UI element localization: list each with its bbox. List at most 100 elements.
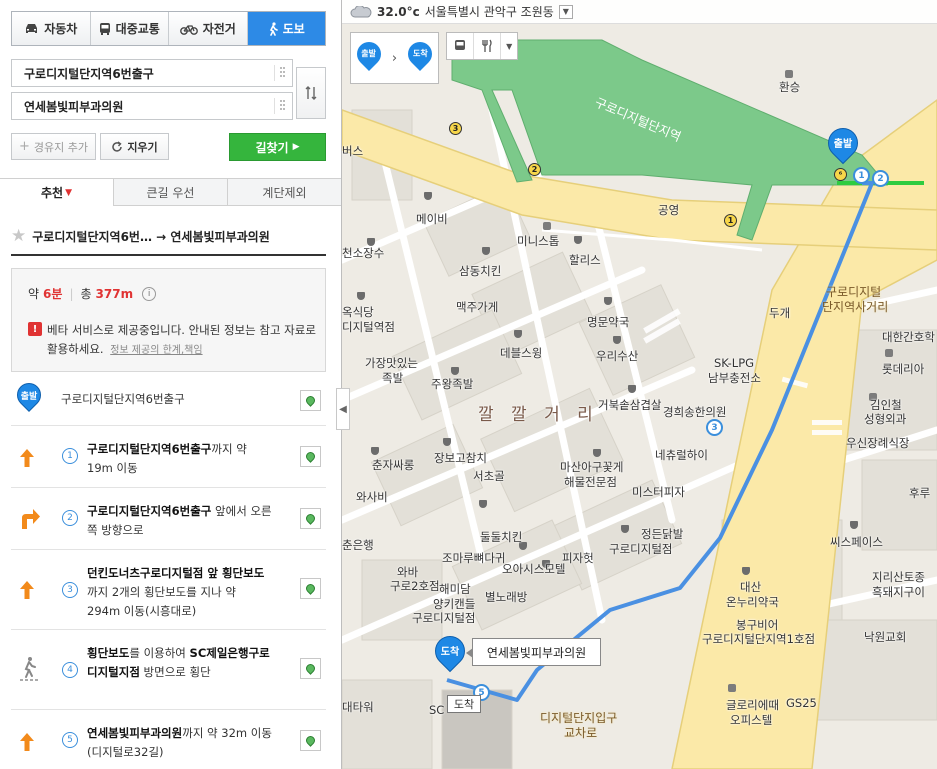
step-instruction: 를 이용하여 — [129, 646, 190, 660]
map-pin-icon — [304, 450, 317, 463]
locate-step-button[interactable] — [300, 508, 321, 529]
refresh-icon — [112, 140, 123, 152]
step-place: 횡단보도 — [87, 646, 130, 660]
walk-icon — [269, 21, 278, 36]
cafe-icon[interactable] — [514, 330, 522, 338]
cafe-icon[interactable] — [367, 238, 375, 246]
find-route-button[interactable]: 길찾기 ▶ — [229, 133, 326, 161]
cafe-icon[interactable] — [628, 385, 636, 393]
route-step[interactable]: 2 구로디지털단지역6번출구 앞에서 오른쪽 방향으로 — [11, 488, 326, 550]
cafe-icon[interactable] — [479, 500, 487, 508]
route-step[interactable]: 3 던킨도너츠구로디지털점 앞 횡단보도까지 2개의 횡단보도를 지나 약 29… — [11, 550, 326, 630]
map-label: 명문약국 — [587, 315, 630, 329]
arrow-straight-icon — [20, 733, 34, 751]
poi-marker[interactable] — [728, 684, 736, 692]
locate-step-button[interactable] — [300, 578, 321, 599]
disclaimer-link[interactable]: 정보 제공의 한계,책임 — [110, 345, 202, 356]
map-start-pin[interactable]: 출발 — [821, 121, 865, 168]
destination-callout[interactable]: 연세봄빛피부과의원 — [466, 638, 601, 666]
route-step[interactable]: 5 연세봄빛피부과의원까지 약 32m 이동(디지털로32길) — [11, 710, 326, 769]
tab-recommended[interactable]: 추천 ▼ — [0, 179, 113, 206]
favorite-star-icon[interactable]: ★ — [11, 226, 26, 246]
cafe-icon[interactable] — [443, 438, 451, 446]
map-label: 공영 — [658, 203, 680, 217]
mode-transit-label: 대중교통 — [115, 22, 160, 36]
cafe-icon[interactable] — [371, 447, 379, 455]
arrow-right-icon: › — [391, 50, 398, 66]
origin-drag-handle[interactable] — [274, 65, 288, 81]
mode-car-button[interactable]: 자동차 — [12, 12, 91, 45]
map-label: 구로디지털 — [826, 285, 882, 299]
route-summary-line: 약 6분 | 총 377m i — [28, 285, 157, 302]
restaurant-toggle[interactable] — [474, 33, 502, 59]
swap-origin-destination-button[interactable] — [296, 67, 326, 119]
tab-no-stairs[interactable]: 계단제외 — [227, 179, 341, 206]
map-label: 글로리에때 — [726, 698, 779, 712]
map-label: 구로디지털점 — [412, 611, 476, 625]
cafe-icon[interactable] — [482, 247, 490, 255]
start-row[interactable]: 출발 구로디지털단지역6번출구 — [11, 376, 326, 426]
poi-marker[interactable] — [543, 222, 551, 230]
cafe-icon[interactable] — [621, 525, 629, 533]
step-instruction: 까지 2개의 횡단보도를 지나 약 294m 이동(시흥대로) — [87, 585, 236, 618]
cafe-icon[interactable] — [574, 236, 582, 244]
locate-start-button[interactable] — [300, 390, 321, 411]
map-pin-icon — [304, 734, 317, 747]
map-poi-toolbar: ▼ — [446, 32, 518, 60]
summary-divider: | — [69, 286, 74, 301]
cafe-icon[interactable] — [742, 567, 750, 575]
locate-step-button[interactable] — [300, 446, 321, 467]
cafe-icon[interactable] — [424, 192, 432, 200]
map-pin-icon — [304, 394, 317, 407]
route-step[interactable]: 4 횡단보도를 이용하여 SC제일은행구로디지털지점 방면으로 횡단 — [11, 630, 326, 710]
route-point-2[interactable]: 2 — [872, 170, 889, 187]
plus-icon: + — [18, 139, 30, 154]
map-label: 마산아구꽃게 — [560, 460, 624, 474]
cafe-icon[interactable] — [604, 297, 612, 305]
location-dropdown-button[interactable]: ▼ — [558, 4, 573, 19]
caret-down-icon: ▼ — [65, 187, 72, 198]
map-label: GS25 — [786, 696, 817, 710]
cafe-icon[interactable] — [593, 449, 601, 457]
destination-drag-handle[interactable] — [274, 98, 288, 114]
map-label: 춘자싸롱 — [372, 458, 415, 472]
info-icon[interactable]: i — [142, 286, 157, 301]
mode-walk-button[interactable]: 도보 — [247, 12, 325, 45]
map-label: 씨스페이스 — [830, 535, 883, 549]
chevron-right-icon: ▶ — [292, 142, 300, 152]
map-label: 우신장례식장 — [846, 436, 910, 450]
arrival-tag-text: 도착 — [453, 698, 475, 711]
arrow-right-turn-icon — [22, 509, 40, 529]
route-pin-legend[interactable]: 출발 › 도착 — [350, 32, 439, 84]
map-label: 지리산토종 — [872, 570, 925, 584]
bus-stop-toggle[interactable] — [447, 33, 475, 59]
map-label: 봉구비어 — [736, 618, 779, 632]
route-point-1[interactable]: 1 — [853, 167, 870, 184]
mode-transit-button[interactable]: 대중교통 — [90, 12, 169, 45]
find-route-label: 길찾기 — [255, 140, 289, 155]
add-waypoint-button[interactable]: + 경유지 추가 — [11, 133, 96, 160]
collapse-panel-button[interactable]: ◀ — [336, 388, 350, 430]
map-end-pin[interactable]: 도착 — [428, 629, 472, 676]
cafe-icon[interactable] — [451, 367, 459, 375]
cafe-icon[interactable] — [850, 521, 858, 529]
tab-main-road-first[interactable]: 큰길 우선 — [113, 179, 227, 206]
map-label: 교차로 — [564, 726, 598, 740]
map-view[interactable]: 32.0°c 서울특별시 관악구 조원동 ▼ 출발 › 도착 ▼ 3 2 1 ⁶… — [342, 0, 937, 769]
cloud-icon — [350, 5, 372, 17]
poi-marker[interactable] — [885, 349, 893, 357]
cafe-icon[interactable] — [613, 336, 621, 344]
locate-step-button[interactable] — [300, 658, 321, 679]
poi-marker[interactable] — [785, 70, 793, 78]
map-label: 해미담 — [439, 582, 471, 596]
end-pin-icon: 도착 — [403, 37, 438, 74]
mode-bicycle-button[interactable]: 자전거 — [169, 12, 248, 45]
locate-step-button[interactable] — [300, 730, 321, 751]
route-step[interactable]: 1 구로디지털단지역6번출구까지 약 19m 이동 — [11, 426, 326, 488]
destination-input[interactable]: 연세봄빛피부과의원 — [11, 92, 293, 120]
cafe-icon[interactable] — [357, 292, 365, 300]
origin-input[interactable]: 구로디지털단지역6번출구 — [11, 59, 293, 87]
clear-button[interactable]: 지우기 — [100, 133, 169, 160]
poi-dropdown-button[interactable]: ▼ — [501, 33, 517, 59]
route-point-3[interactable]: 3 — [706, 419, 723, 436]
